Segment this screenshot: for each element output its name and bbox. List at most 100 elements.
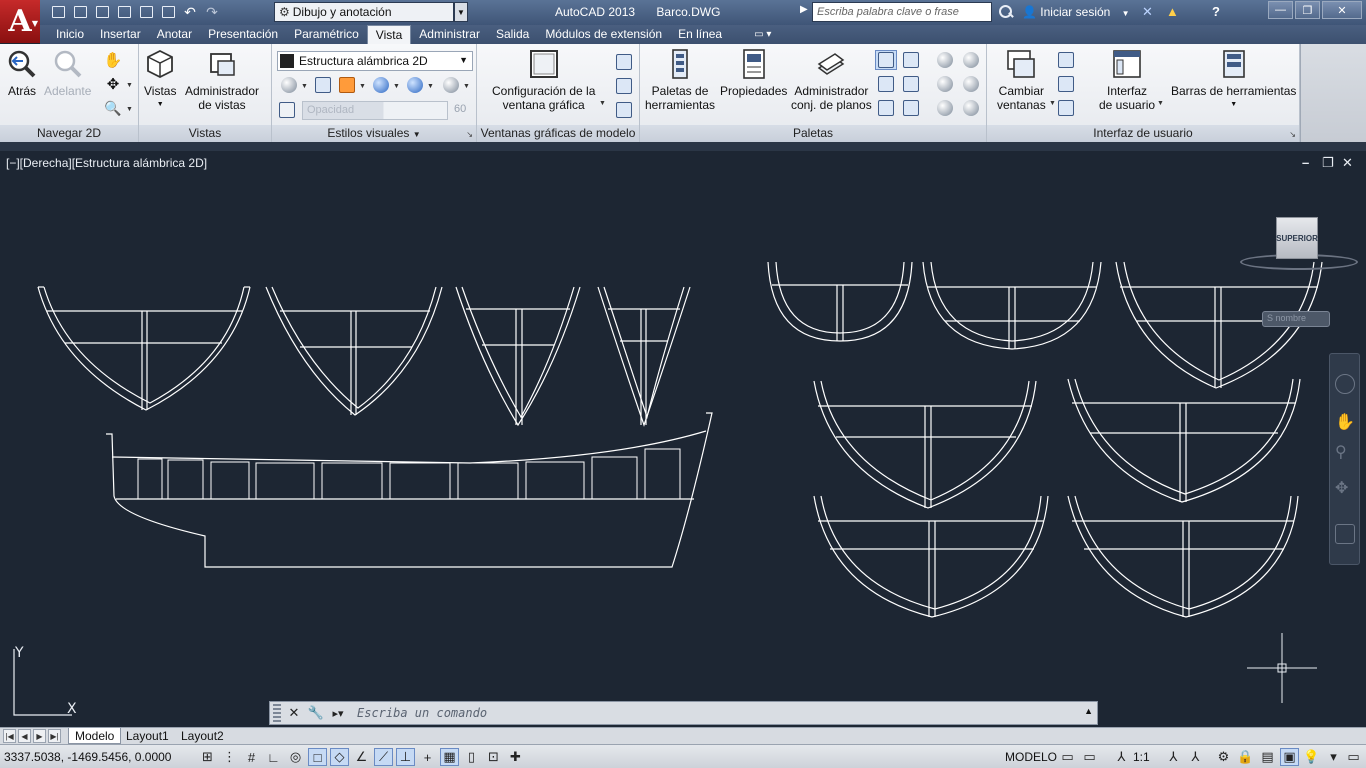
otrack-icon[interactable]: ∠ (352, 748, 371, 766)
tile-horizontal-icon[interactable] (1055, 50, 1077, 70)
zoom-icon[interactable]: ⚲ (1335, 442, 1355, 462)
chevron-down-icon[interactable]: ▼ (1157, 100, 1164, 107)
annotation-visibility-icon[interactable]: ⅄ (1164, 748, 1183, 766)
selection-cycling-icon[interactable]: ⊡ (484, 748, 503, 766)
zoom-extents-icon[interactable]: 🔍 (102, 98, 124, 118)
chevron-down-icon[interactable]: ▼ (393, 83, 400, 90)
tab-administrar[interactable]: Administrar (411, 25, 488, 44)
ortho-icon[interactable]: ∟ (264, 748, 283, 766)
join-viewports-icon[interactable] (613, 76, 635, 96)
lineweight-icon[interactable]: + (418, 748, 437, 766)
grid-icon[interactable]: # (242, 748, 261, 766)
chevron-down-icon[interactable]: ▼ (427, 83, 434, 90)
command-prompt-icon[interactable]: ▸▾ (329, 704, 347, 722)
chevron-down-icon[interactable]: ▼ (359, 83, 366, 90)
annotation-scale[interactable]: 1:1 (1133, 750, 1150, 764)
viewcube[interactable]: SUPERIOR (1276, 217, 1318, 259)
pan-icon[interactable]: ✋ (1335, 412, 1355, 432)
undo-icon[interactable]: ↶ (180, 3, 200, 21)
workspace-dropdown-icon[interactable]: ▼ (454, 2, 468, 22)
user-interface-button[interactable]: Interfaz de usuario (1099, 48, 1155, 112)
wrench-icon[interactable]: 🔧 (307, 704, 325, 722)
workspace-selector[interactable]: ⚙ Dibujo y anotación (274, 2, 454, 22)
colors-icon[interactable] (336, 75, 358, 95)
infer-constraints-icon[interactable]: ⊞ (198, 748, 217, 766)
snap-icon[interactable]: ⋮ (220, 748, 239, 766)
ducs-icon[interactable]: ⟋ (374, 748, 393, 766)
pan-icon[interactable]: ✋ (102, 50, 124, 70)
open-file-icon[interactable] (70, 3, 90, 21)
plot-icon[interactable] (158, 3, 178, 21)
sheet-set-manager-button[interactable]: Administrador conj. de planos (791, 48, 872, 112)
tab-inicio[interactable]: Inicio (48, 25, 92, 44)
command-line-grip[interactable] (273, 704, 281, 722)
material-icon[interactable] (440, 75, 462, 95)
hardware-acceleration-icon[interactable]: ▤ (1258, 748, 1277, 766)
view-manager-button[interactable]: Administrador de vistas (185, 48, 259, 112)
wcs-menu[interactable]: S nombre (1262, 311, 1330, 327)
stay-connected-icon[interactable]: ▲ (1166, 4, 1179, 19)
back-button[interactable]: Atrás (6, 48, 38, 98)
shadows-icon[interactable] (404, 75, 426, 95)
chevron-down-icon[interactable]: ▼ (301, 83, 308, 90)
markup-icon[interactable] (875, 98, 897, 118)
lock-icon[interactable]: 🔒 (1236, 748, 1255, 766)
panel-title[interactable]: Estilos visuales ▼ (272, 125, 476, 142)
steering-wheel-icon[interactable]: ✥ (102, 74, 124, 94)
command-line-toggle-icon[interactable] (875, 50, 897, 70)
last-layout-icon[interactable]: ▶| (48, 729, 61, 743)
switch-windows-button[interactable]: Cambiar ventanas (997, 48, 1046, 112)
save-icon[interactable] (92, 3, 112, 21)
drawing-viewport[interactable]: [−][Derecha][Estructura alámbrica 2D] – … (0, 151, 1366, 727)
annotation-monitor-icon[interactable]: ✚ (506, 748, 525, 766)
search-expand-icon[interactable]: ▶ (800, 4, 808, 15)
views-button[interactable]: Vistas ▼ (144, 48, 176, 112)
steering-wheel-icon[interactable] (1335, 374, 1355, 394)
annotation-scale-icon[interactable]: ⅄ (1112, 748, 1131, 766)
command-input[interactable] (357, 703, 1077, 723)
viewport-minimize-icon[interactable]: – (1302, 155, 1309, 170)
transparency-icon[interactable]: ▦ (440, 748, 459, 766)
tab-modulos[interactable]: Módulos de extensión (537, 25, 670, 44)
viewport-close-icon[interactable]: ✕ (1342, 155, 1353, 171)
next-layout-icon[interactable]: ▶ (33, 729, 46, 743)
tab-presentacion[interactable]: Presentación (200, 25, 286, 44)
lights-icon[interactable] (934, 74, 956, 94)
orbit-icon[interactable]: ✥ (1335, 478, 1355, 498)
tab-vista[interactable]: Vista (366, 25, 412, 44)
search-input[interactable]: Escriba palabra clave o frase (812, 2, 992, 22)
clean-screen-icon[interactable]: ▭ (1344, 748, 1363, 766)
sun-icon[interactable] (370, 75, 392, 95)
layer-props-icon[interactable] (875, 74, 897, 94)
osnap-icon[interactable]: □ (308, 748, 327, 766)
tab-anotar[interactable]: Anotar (149, 25, 200, 44)
workspace-switch-icon[interactable]: ⚙ (1214, 748, 1233, 766)
save-as-icon[interactable] (114, 3, 134, 21)
tab-insertar[interactable]: Insertar (92, 25, 149, 44)
tab-layout2[interactable]: Layout2 (175, 728, 230, 744)
calculator-icon[interactable] (900, 74, 922, 94)
cameras-icon[interactable] (960, 98, 982, 118)
3d-osnap-icon[interactable]: ◇ (330, 748, 349, 766)
quick-view-drawings-icon[interactable]: ▭ (1080, 748, 1099, 766)
lightbulb-icon[interactable]: 💡 (1302, 748, 1321, 766)
exchange-icon[interactable]: ✕ (1142, 4, 1153, 20)
viewport-controls-label[interactable]: [−][Derecha][Estructura alámbrica 2D] (6, 156, 207, 170)
visual-styles-manager-icon[interactable] (960, 50, 982, 70)
close-icon[interactable]: ✕ (1322, 1, 1362, 19)
forward-button[interactable]: Adelante (44, 48, 91, 98)
cascade-icon[interactable] (1055, 98, 1077, 118)
publish-icon[interactable] (136, 3, 156, 21)
materials-browser-icon[interactable] (934, 50, 956, 70)
visual-style-select[interactable]: Estructura alámbrica 2D ▼ (277, 51, 473, 71)
viewport-config-button[interactable]: Configuración de la ventana gráfica (492, 48, 595, 112)
chevron-up-icon[interactable]: ▲ (1084, 706, 1093, 716)
chevron-down-icon[interactable]: ▼ (126, 82, 133, 89)
tab-layout1[interactable]: Layout1 (120, 728, 175, 744)
prev-layout-icon[interactable]: ◀ (18, 729, 31, 743)
viewport-restore-icon[interactable]: ❐ (1322, 155, 1334, 171)
new-file-icon[interactable] (48, 3, 68, 21)
chevron-down-icon[interactable]: ▾ (1324, 748, 1343, 766)
showmotion-icon[interactable] (1335, 524, 1355, 544)
search-icon[interactable] (998, 4, 1014, 20)
